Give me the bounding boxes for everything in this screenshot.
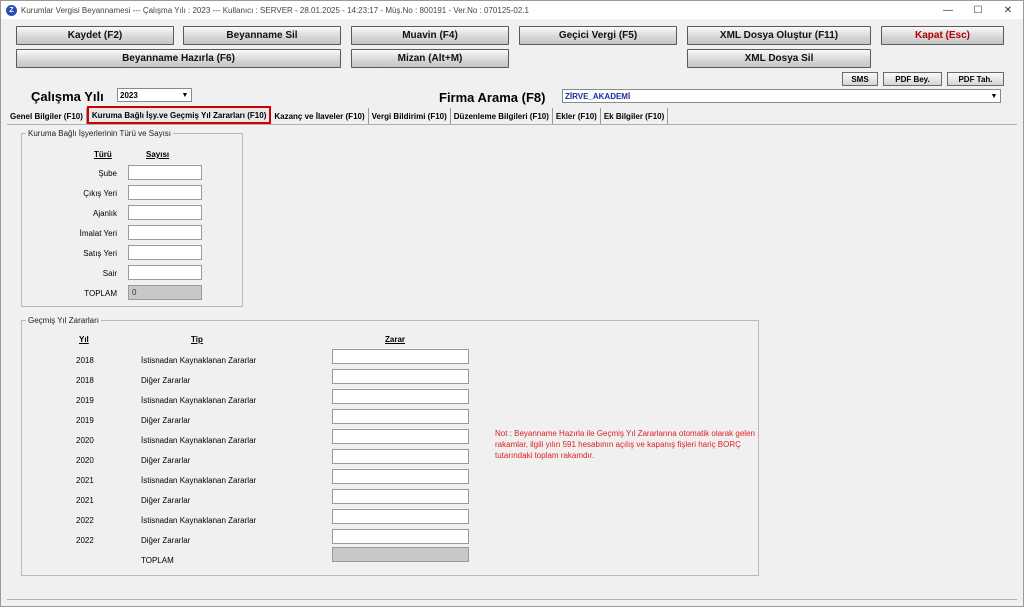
col-turu-header: Türü (94, 150, 112, 159)
tab-kuruma-bagli-isyerleri[interactable]: Kuruma Bağlı İşy.ve Geçmiş Yıl Zararları… (86, 106, 272, 124)
gecici-vergi-button[interactable]: Geçici Vergi (F5) (519, 26, 677, 45)
row-yil: 2022 (76, 516, 94, 525)
tab-bar: Genel Bilgiler (F10) Kuruma Bağlı İşy.ve… (7, 106, 669, 124)
row-label-cikis-yeri: Çıkış Yeri (83, 189, 117, 198)
beyanname-hazirla-button[interactable]: Beyanname Hazırla (F6) (16, 49, 341, 68)
imalat-yeri-sayisi-input[interactable] (128, 225, 202, 240)
row-yil: 2019 (76, 416, 94, 425)
row-tip: Diğer Zararlar (141, 456, 191, 465)
row-yil: 2020 (76, 456, 94, 465)
zarar-input[interactable] (332, 469, 469, 484)
tab-vergi-bildirimi[interactable]: Vergi Bildirimi (F10) (369, 108, 451, 124)
xml-dosya-olustur-button[interactable]: XML Dosya Oluştur (F11) (687, 26, 871, 45)
maximize-icon[interactable]: ☐ (963, 1, 993, 19)
row-tip: Diğer Zararlar (141, 496, 191, 505)
row-yil: 2020 (76, 436, 94, 445)
kapat-button[interactable]: Kapat (Esc) (881, 26, 1004, 45)
tab-kazanc-ve-ilaveler[interactable]: Kazanç ve İlaveler (F10) (271, 108, 369, 124)
zarar-input[interactable] (332, 449, 469, 464)
isyerleri-legend: Kuruma Bağlı İşyerlerinin Türü ve Sayısı (28, 129, 172, 138)
zarar-input[interactable] (332, 429, 469, 444)
window-title: Kurumlar Vergisi Beyannamesi --- Çalışma… (21, 5, 529, 15)
tab-ekler[interactable]: Ekler (F10) (553, 108, 601, 124)
row-yil: 2021 (76, 496, 94, 505)
chevron-down-icon[interactable]: ▼ (989, 91, 999, 101)
muavin-button[interactable]: Muavin (F4) (351, 26, 509, 45)
col-zarar-header: Zarar (385, 335, 406, 344)
pdf-tah-button[interactable]: PDF Tah. (947, 72, 1004, 86)
zararlar-legend: Geçmiş Yıl Zararları (28, 316, 99, 325)
row-label-imalat-yeri: İmalat Yeri (79, 229, 117, 238)
row-tip: İstisnadan Kaynaklanan Zararlar (141, 436, 257, 445)
row-tip: İstisnadan Kaynaklanan Zararlar (141, 476, 257, 485)
row-label-ajanlik: Ajanlık (92, 209, 117, 218)
firma-value: ZİRVE_AKADEMİ (565, 91, 631, 101)
row-label-satis-yeri: Satış Yeri (83, 249, 117, 258)
row-yil: 2019 (76, 396, 94, 405)
xml-dosya-sil-button[interactable]: XML Dosya Sil (687, 49, 871, 68)
title-bar: Z Kurumlar Vergisi Beyannamesi --- Çalış… (1, 1, 1023, 19)
zarar-input[interactable] (332, 529, 469, 544)
col-tip-header: Tip (191, 335, 203, 344)
calisma-yili-value: 2023 (120, 90, 138, 100)
tab-duzenleme-bilgileri[interactable]: Düzenleme Bilgileri (F10) (451, 108, 553, 124)
window-controls: — ☐ ✕ (933, 1, 1023, 19)
close-window-icon[interactable]: ✕ (993, 1, 1023, 19)
ajanlik-sayisi-input[interactable] (128, 205, 202, 220)
row-tip: İstisnadan Kaynaklanan Zararlar (141, 356, 257, 365)
row-yil: 2018 (76, 376, 94, 385)
isyeri-toplam-value: 0 (128, 285, 202, 300)
row-label-sube: Şube (98, 169, 117, 178)
zarar-toplam-value (332, 547, 469, 562)
zarar-input[interactable] (332, 509, 469, 524)
chevron-down-icon[interactable]: ▼ (180, 90, 190, 100)
tab-ek-bilgiler[interactable]: Ek Bilgiler (F10) (601, 108, 669, 124)
firma-arama-label: Firma Arama (F8) (439, 90, 546, 105)
sair-sayisi-input[interactable] (128, 265, 202, 280)
row-tip: İstisnadan Kaynaklanan Zararlar (141, 396, 257, 405)
sube-sayisi-input[interactable] (128, 165, 202, 180)
calisma-yili-label: Çalışma Yılı (31, 89, 104, 104)
zarar-input[interactable] (332, 409, 469, 424)
kaydet-button[interactable]: Kaydet (F2) (16, 26, 174, 45)
col-sayisi-header: Sayısı (146, 150, 170, 159)
tab-divider (7, 124, 1017, 125)
info-note: Not : Beyanname Hazırla ile Geçmiş Yıl Z… (495, 429, 755, 460)
row-tip: Diğer Zararlar (141, 416, 191, 425)
beyanname-sil-button[interactable]: Beyanname Sil (183, 26, 341, 45)
tab-genel-bilgiler[interactable]: Genel Bilgiler (F10) (7, 108, 87, 124)
minimize-icon[interactable]: — (933, 1, 963, 19)
col-yil-header: Yıl (79, 335, 89, 344)
main-window: Z Kurumlar Vergisi Beyannamesi --- Çalış… (0, 0, 1024, 607)
row-tip: Diğer Zararlar (141, 536, 191, 545)
row-yil: 2022 (76, 536, 94, 545)
satis-yeri-sayisi-input[interactable] (128, 245, 202, 260)
row-label-sair: Sair (102, 269, 117, 278)
mizan-button[interactable]: Mizan (Alt+M) (351, 49, 509, 68)
row-yil: 2018 (76, 356, 94, 365)
row-yil: 2021 (76, 476, 94, 485)
toplam-label: TOPLAM (84, 289, 117, 298)
bottom-divider (7, 599, 1017, 600)
row-tip: İstisnadan Kaynaklanan Zararlar (141, 516, 257, 525)
firma-arama-select[interactable]: ZİRVE_AKADEMİ ▼ (562, 89, 1001, 103)
zarar-input[interactable] (332, 349, 469, 364)
sms-button[interactable]: SMS (842, 72, 878, 86)
app-logo-icon: Z (6, 4, 17, 16)
cikis-yeri-sayisi-input[interactable] (128, 185, 202, 200)
zarar-input[interactable] (332, 369, 469, 384)
zarar-input[interactable] (332, 389, 469, 404)
zarar-toplam-label: TOPLAM (141, 556, 174, 565)
pdf-bey-button[interactable]: PDF Bey. (883, 72, 942, 86)
zarar-input[interactable] (332, 489, 469, 504)
calisma-yili-select[interactable]: 2023 ▼ (117, 88, 192, 102)
row-tip: Diğer Zararlar (141, 376, 191, 385)
